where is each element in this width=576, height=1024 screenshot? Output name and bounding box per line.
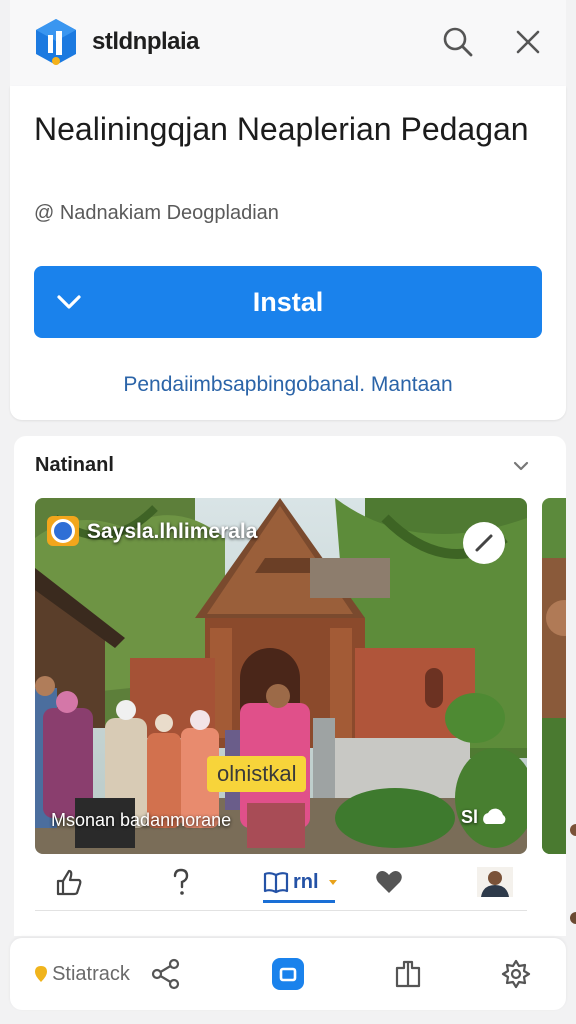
divider [35, 910, 527, 911]
pencil-icon [475, 534, 493, 552]
home-pin-icon [35, 966, 48, 982]
chevron-down-icon[interactable] [512, 458, 530, 474]
search-button[interactable] [440, 24, 476, 60]
edit-button[interactable] [463, 522, 505, 564]
store-logo-icon[interactable] [34, 17, 78, 67]
action-row: rnl [35, 864, 527, 904]
tab-reading-label: rnl [293, 870, 319, 893]
next-screenshot-peek[interactable] [542, 498, 566, 854]
question-icon [173, 868, 189, 895]
active-tab-indicator [263, 900, 335, 903]
thumbs-up-icon [56, 869, 82, 896]
screenshot-image[interactable]: Saysla.lhlimerala olnistkal Msonan badan… [35, 498, 527, 854]
photo-counter-label: Sl [461, 806, 479, 827]
photo-caption-bottom: Msonan badanmorane [51, 810, 232, 830]
nav-item-home-label: Stiatrack [52, 962, 130, 985]
install-button[interactable]: Instal [34, 266, 542, 338]
temple-photo [35, 498, 527, 854]
like-button[interactable] [51, 864, 87, 900]
partial-avatar-icon [570, 824, 576, 924]
edge-avatars [568, 820, 576, 940]
cloud-icon [483, 808, 506, 824]
app-info-card: Nealiningqjan Neaplerian Pedagan @ Nadna… [10, 86, 566, 420]
close-icon [516, 30, 540, 54]
book-icon [263, 872, 289, 894]
promo-link[interactable]: Pendaiimbsapbingobanal. Mantaan [10, 373, 566, 397]
photo-caption-top: Saysla.lhlimerala [87, 520, 258, 543]
app-badge-icon [47, 516, 79, 546]
nav-item-apps[interactable] [268, 954, 308, 994]
install-label: Instal [252, 286, 324, 317]
settings-icon [501, 959, 531, 989]
photo-tag: olnistkal [207, 756, 307, 792]
section-title: Natinanl [35, 454, 114, 476]
app-title: Nealiningqjan Neaplerian Pedagan [34, 111, 529, 147]
photo-counter: Sl [461, 806, 508, 828]
apps-icon [272, 958, 304, 990]
chevron-down-icon [57, 295, 81, 309]
nav-item-home[interactable]: Stiatrack [26, 954, 136, 994]
developer-avatar[interactable] [475, 864, 515, 900]
nav-item-settings[interactable] [496, 954, 536, 994]
bottom-navigation: Stiatrack [10, 938, 566, 1010]
nav-item-share[interactable] [146, 954, 186, 994]
close-button[interactable] [510, 24, 546, 60]
publisher-name[interactable]: @ Nadnakiam Deogpladian [34, 202, 279, 225]
favorite-button[interactable] [371, 864, 407, 900]
top-app-bar: stldnplaia [10, 0, 566, 86]
bookmark-icon [395, 960, 421, 988]
caret-down-icon [328, 880, 337, 885]
nav-item-bookmark[interactable] [388, 954, 428, 994]
media-section-card: Natinanl Saysla.lhlimerala olnistkal Mso… [14, 436, 566, 936]
brand-name: stldnplaia [92, 28, 200, 55]
heart-icon [376, 871, 402, 893]
share-icon [151, 958, 180, 990]
tab-reading[interactable]: rnl [263, 864, 353, 900]
avatar [477, 867, 513, 897]
help-button[interactable] [163, 864, 199, 900]
next-photo-thumbnail [542, 498, 566, 854]
search-icon [443, 27, 473, 57]
